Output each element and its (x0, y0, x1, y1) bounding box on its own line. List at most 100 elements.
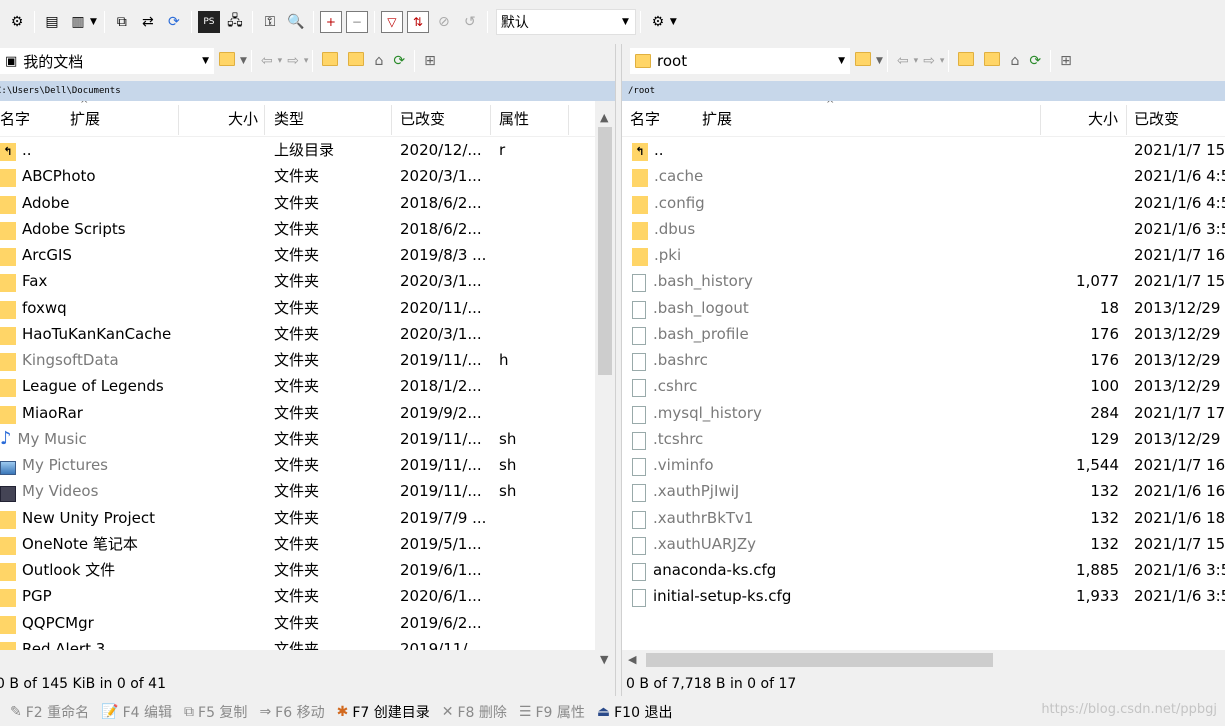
restore-selection-icon[interactable]: ↺ (459, 11, 481, 33)
file-row[interactable]: .pki 2021/1/7 16: (622, 242, 1225, 268)
file-row[interactable]: ArcGIS 文件夹 2019/8/3 ... (0, 242, 595, 268)
chevron-down-icon[interactable]: ▾ (940, 56, 945, 66)
parent-directory-icon[interactable] (958, 52, 975, 70)
file-row[interactable]: .xauthrBkTv1 132 2021/1/6 18: (622, 505, 1225, 531)
file-row[interactable]: .xauthUARJZy 132 2021/1/7 15: (622, 531, 1225, 557)
fkey-button[interactable]: ⏏ F10 退出 (597, 702, 673, 722)
forward-icon[interactable]: ⇨ (287, 53, 299, 69)
left-file-list[interactable]: 名字 扩展 ^ 大小 类型 已改变 属性 ↰.. 上级目录 2020/12/... r… (0, 101, 595, 650)
chevron-down-icon[interactable]: ▼ (90, 17, 97, 27)
column-header-ext[interactable]: 扩展 (702, 101, 732, 137)
refresh-icon[interactable]: ⟳ (163, 11, 185, 33)
right-path-bar[interactable]: /root (622, 81, 1225, 101)
open-folder-icon[interactable] (219, 52, 235, 70)
file-row[interactable]: Red Alert 3 文件夹 2019/11/... (0, 636, 595, 650)
fkey-button[interactable]: ⧉ F5 复制 (184, 702, 247, 722)
left-drive-select[interactable]: ▣ 我的文档 ▼ (0, 48, 214, 74)
fkey-button[interactable]: ✕ F8 删除 (442, 702, 507, 722)
back-icon[interactable]: ⇦ (261, 53, 273, 69)
terminal-icon[interactable]: PS (197, 11, 220, 33)
select-all-icon[interactable]: + (319, 11, 342, 33)
clear-filter-icon[interactable]: ⊘ (433, 11, 455, 33)
file-row[interactable]: ↰.. 2021/1/7 15: (622, 137, 1225, 163)
file-row[interactable]: My Pictures 文件夹 2019/11/... sh (0, 452, 595, 478)
transfer-settings-icon[interactable]: ⚙ (647, 11, 669, 33)
file-row[interactable]: foxwq 文件夹 2020/11/... (0, 295, 595, 321)
root-directory-icon[interactable] (348, 52, 365, 70)
parent-directory-icon[interactable] (322, 52, 339, 70)
file-row[interactable]: PGP 文件夹 2020/6/1... (0, 583, 595, 609)
file-row[interactable]: .viminfo 1,544 2021/1/7 16: (622, 452, 1225, 478)
file-row[interactable]: Fax 文件夹 2020/3/1... (0, 268, 595, 294)
file-row[interactable]: OneNote 笔记本 文件夹 2019/5/1... (0, 531, 595, 557)
file-row[interactable]: .xauthPjIwiJ 132 2021/1/6 16: (622, 478, 1225, 504)
fkey-button[interactable]: ✱ F7 创建目录 (337, 702, 430, 722)
column-header-size[interactable]: 大小 (228, 101, 258, 137)
file-row[interactable]: Adobe Scripts 文件夹 2018/6/2... (0, 216, 595, 242)
column-header-attrs[interactable]: 属性 (499, 101, 529, 137)
back-icon[interactable]: ⇦ (897, 53, 909, 69)
tree-icon[interactable]: ⊞ (424, 53, 436, 69)
file-row[interactable]: .mysql_history 284 2021/1/7 17: (622, 400, 1225, 426)
file-row[interactable]: .tcshrc 129 2013/12/29 1 (622, 426, 1225, 452)
forward-icon[interactable]: ⇨ (923, 53, 935, 69)
chevron-down-icon[interactable]: ▾ (914, 56, 919, 66)
file-row[interactable]: .bash_history 1,077 2021/1/7 15: (622, 268, 1225, 294)
file-row[interactable]: .dbus 2021/1/6 3:5 (622, 216, 1225, 242)
transfer-icon[interactable]: ⇄ (137, 11, 159, 33)
fkey-button[interactable]: 📝 F4 编辑 (101, 702, 172, 722)
file-row[interactable]: .cshrc 100 2013/12/29 1 (622, 373, 1225, 399)
right-hscroll-thumb[interactable] (646, 653, 993, 667)
column-header-name[interactable]: 名字 (630, 101, 660, 137)
column-header-modified[interactable]: 已改变 (400, 101, 445, 137)
panel-splitter[interactable] (615, 44, 622, 696)
left-path-bar[interactable]: C:\Users\Dell\Documents (0, 81, 615, 101)
queue-icon[interactable]: ⧉ (111, 11, 133, 33)
column-header-name[interactable]: 名字 (0, 101, 30, 137)
file-row[interactable]: Outlook 文件 文件夹 2019/6/1... (0, 557, 595, 583)
file-row[interactable]: anaconda-ks.cfg 1,885 2021/1/6 3:5 (622, 557, 1225, 583)
compare-icon[interactable]: ▤ (41, 11, 63, 33)
fkey-button[interactable]: ⇒ F6 移动 (259, 702, 324, 722)
file-row[interactable]: ↰.. 上级目录 2020/12/... r (0, 137, 595, 163)
file-row[interactable]: My Videos 文件夹 2019/11/... sh (0, 478, 595, 504)
file-row[interactable]: KingsoftData 文件夹 2019/11/... h (0, 347, 595, 373)
file-row[interactable]: .config 2021/1/6 4:5 (622, 190, 1225, 216)
find-icon[interactable]: 🔍 (285, 11, 307, 33)
chevron-down-icon[interactable]: ▾ (304, 56, 309, 66)
column-header-size[interactable]: 大小 (1088, 101, 1118, 137)
right-horizontal-scrollbar[interactable]: ◀ (622, 650, 1225, 670)
putty-icon[interactable]: 🖧 (224, 11, 246, 33)
chevron-down-icon[interactable]: ▼ (670, 17, 677, 27)
root-directory-icon[interactable] (984, 52, 1001, 70)
chevron-down-icon[interactable]: ▼ (876, 56, 883, 66)
file-row[interactable]: HaoTuKanKanCache 文件夹 2020/3/1... (0, 321, 595, 347)
file-row[interactable]: New Unity Project 文件夹 2019/7/9 ... (0, 505, 595, 531)
right-drive-select[interactable]: root ▼ (630, 48, 850, 74)
file-row[interactable]: ABCPhoto 文件夹 2020/3/1... (0, 163, 595, 189)
invert-selection-icon[interactable]: ⇅ (406, 11, 429, 33)
scroll-down-icon[interactable]: ▼ (600, 653, 608, 666)
file-row[interactable]: .bash_logout 18 2013/12/29 1 (622, 295, 1225, 321)
session-icon[interactable]: ⚿ (259, 11, 281, 33)
synchronize-icon[interactable]: ▥ (67, 11, 89, 33)
file-row[interactable]: Adobe 文件夹 2018/6/2... (0, 190, 595, 216)
fkey-button[interactable]: ✎ F2 重命名 (10, 702, 89, 722)
file-row[interactable]: MiaoRar 文件夹 2019/9/2... (0, 400, 595, 426)
right-file-list[interactable]: 名字 扩展 ^ 大小 已改变 ↰.. 2021/1/7 15: .cache 2021… (622, 101, 1225, 650)
file-row[interactable]: .cache 2021/1/6 4:5 (622, 163, 1225, 189)
home-icon[interactable]: ⌂ (1010, 53, 1019, 69)
file-row[interactable]: .bashrc 176 2013/12/29 1 (622, 347, 1225, 373)
file-row[interactable]: initial-setup-ks.cfg 1,933 2021/1/6 3:5 (622, 583, 1225, 609)
file-row[interactable]: ♪ My Music 文件夹 2019/11/... sh (0, 426, 595, 452)
refresh-icon[interactable]: ⟳ (393, 53, 405, 69)
scroll-left-icon[interactable]: ◀ (628, 653, 636, 666)
left-vertical-scrollbar[interactable]: ▲ ▼ (595, 101, 615, 666)
open-folder-icon[interactable] (855, 52, 871, 70)
chevron-down-icon[interactable]: ▼ (240, 56, 247, 66)
file-row[interactable]: League of Legends 文件夹 2018/1/2... (0, 373, 595, 399)
column-header-modified[interactable]: 已改变 (1134, 101, 1179, 137)
left-scroll-thumb[interactable] (598, 127, 612, 375)
unselect-icon[interactable]: − (345, 11, 368, 33)
fkey-button[interactable]: ☰ F9 属性 (519, 702, 585, 722)
